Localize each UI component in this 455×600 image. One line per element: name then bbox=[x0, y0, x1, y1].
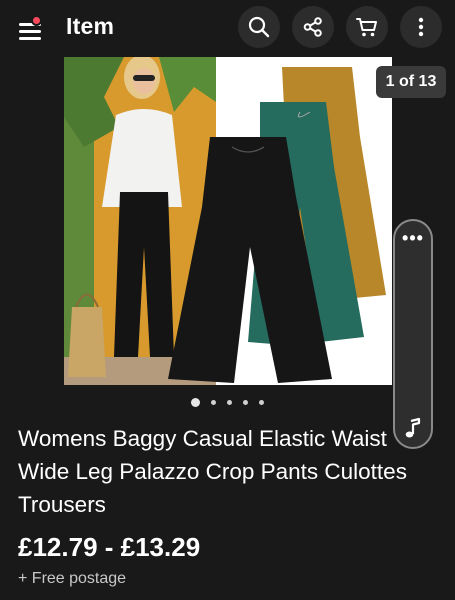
search-button[interactable] bbox=[238, 6, 280, 48]
notification-dot bbox=[31, 15, 42, 26]
pager-dot[interactable] bbox=[191, 398, 200, 407]
pager-dot[interactable] bbox=[259, 400, 264, 405]
top-app-bar: Item bbox=[0, 0, 455, 54]
more-options-button[interactable] bbox=[400, 6, 442, 48]
pager-dot[interactable] bbox=[227, 400, 232, 405]
product-price: £12.79 - £13.29 bbox=[18, 532, 201, 562]
share-icon bbox=[303, 17, 322, 37]
hamburger-icon-line bbox=[19, 30, 41, 33]
cart-button[interactable] bbox=[346, 6, 388, 48]
product-image[interactable] bbox=[64, 57, 392, 385]
more-vertical-icon bbox=[418, 17, 424, 37]
share-button[interactable] bbox=[292, 6, 334, 48]
pager-dot[interactable] bbox=[211, 400, 216, 405]
page-title: Item bbox=[66, 13, 115, 39]
product-photo bbox=[64, 57, 392, 385]
side-actions-panel[interactable]: ••• bbox=[393, 219, 433, 449]
more-horizontal-icon[interactable]: ••• bbox=[395, 229, 431, 247]
shipping-info: + Free postage bbox=[18, 570, 127, 587]
image-counter: 1 of 13 bbox=[376, 66, 446, 98]
cart-icon bbox=[356, 18, 377, 37]
hamburger-icon-line bbox=[19, 37, 41, 40]
search-icon bbox=[248, 16, 270, 38]
pager-dot[interactable] bbox=[243, 400, 248, 405]
image-pager-dots bbox=[0, 398, 455, 407]
menu-button[interactable] bbox=[16, 14, 44, 40]
product-title: Womens Baggy Casual Elastic Waist Wide L… bbox=[18, 426, 407, 517]
